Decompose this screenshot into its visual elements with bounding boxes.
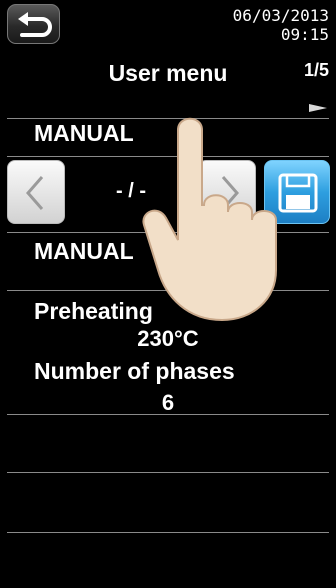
back-arrow-icon: [18, 12, 52, 37]
page-indicator: 1/5: [303, 60, 329, 80]
datetime: 06/03/2013 09:15: [233, 6, 329, 44]
phases-label[interactable]: Number of phases: [34, 358, 235, 385]
preheating-label[interactable]: Preheating: [34, 298, 153, 325]
date-text: 06/03/2013: [232, 6, 329, 25]
page-title: User menu: [108, 60, 228, 86]
time-text: 09:15: [280, 25, 329, 44]
phases-value: 6: [161, 390, 175, 415]
chevron-left-icon: [26, 176, 44, 210]
pointing-hand-icon: [142, 117, 277, 322]
screen: 06/03/2013 09:15 User menu 1/5 MANUAL - …: [0, 0, 336, 588]
divider: [7, 414, 329, 415]
divider: [7, 532, 329, 533]
back-button[interactable]: [7, 4, 60, 44]
prev-button[interactable]: [7, 160, 65, 224]
program-row-label[interactable]: MANUAL: [34, 238, 134, 265]
divider: [7, 472, 329, 473]
mode-row-label[interactable]: MANUAL: [34, 120, 134, 147]
